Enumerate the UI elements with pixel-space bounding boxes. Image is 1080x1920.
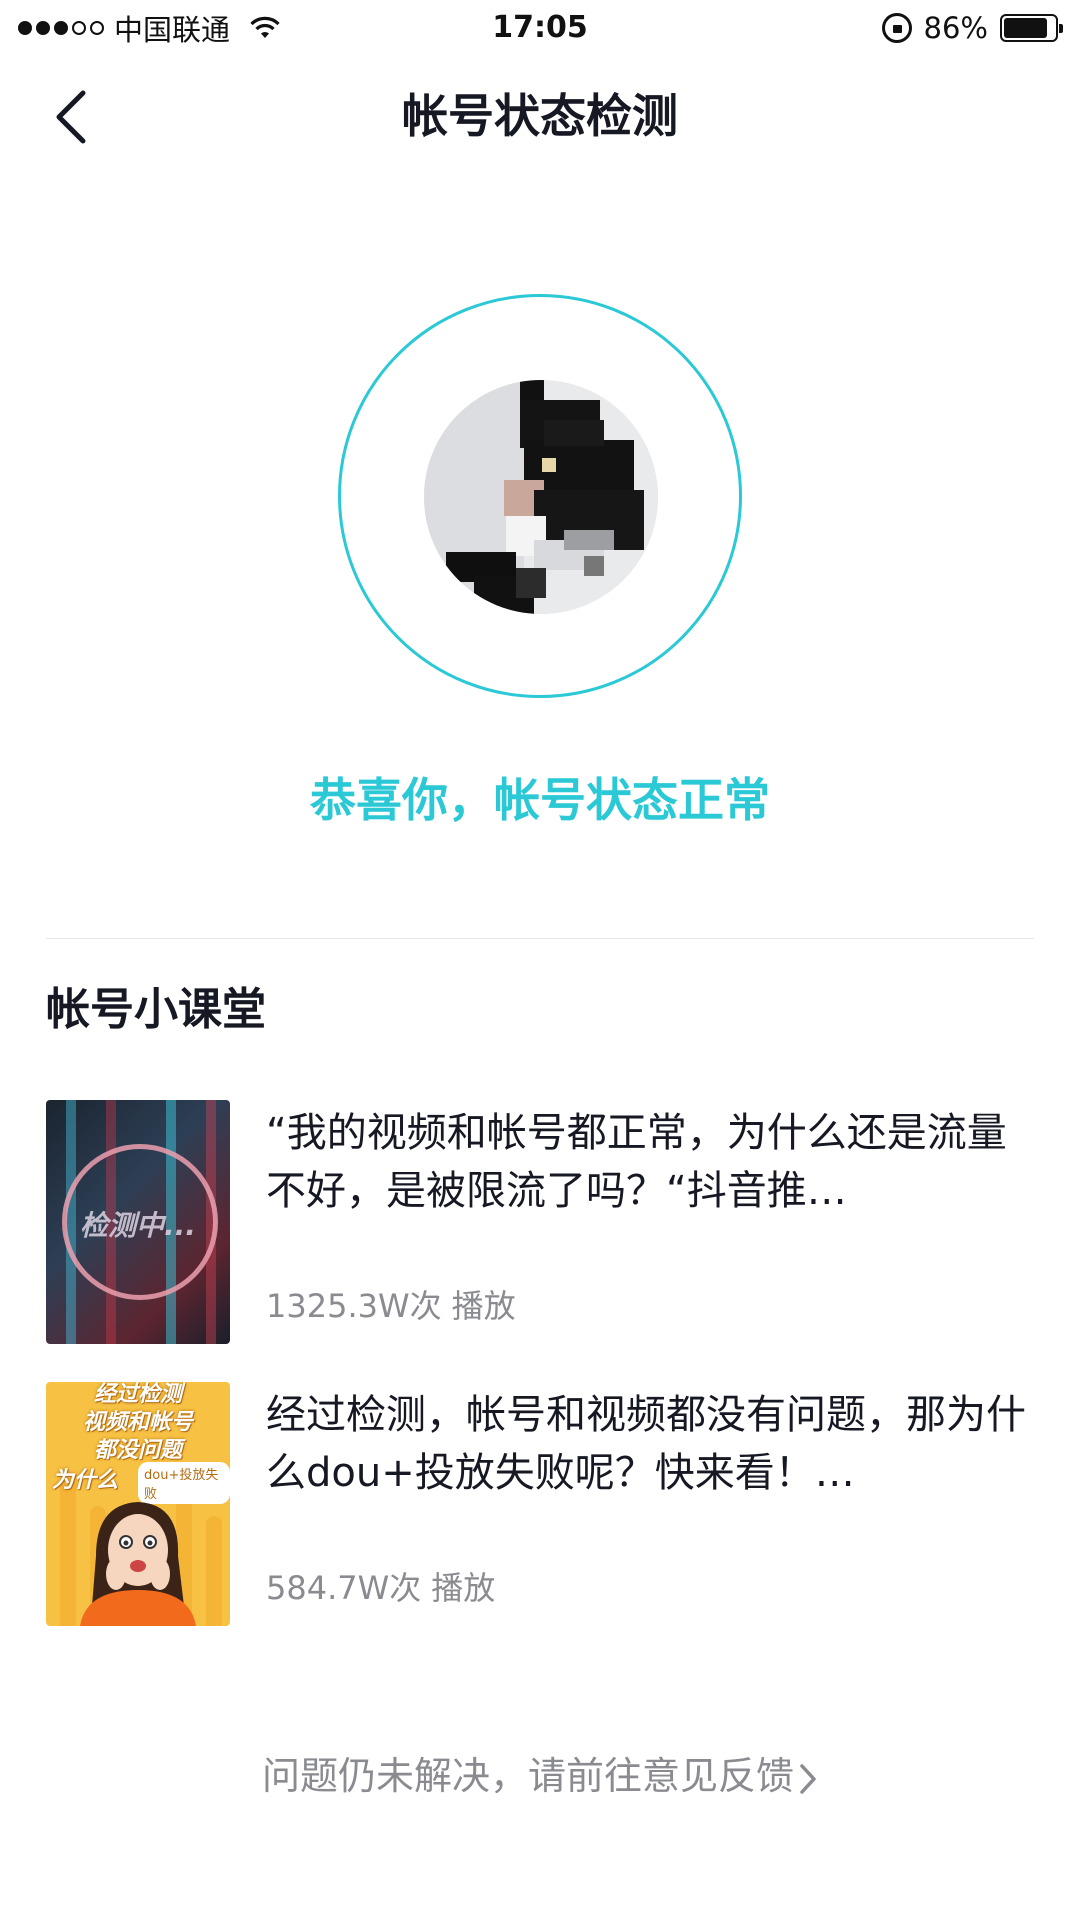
surprised-woman-illustration xyxy=(80,1502,196,1626)
status-message: 恭喜你，帐号状态正常 xyxy=(310,773,770,827)
thumbnail-text-line: 都没问题 xyxy=(93,1438,182,1463)
section-divider xyxy=(46,938,1034,939)
lesson-item[interactable]: 检测中... “我的视频和帐号都正常，为什么还是流量不好，是被限流了吗？“抖音推… xyxy=(46,1100,1036,1344)
lesson-thumbnail[interactable]: 检测中... xyxy=(46,1100,230,1344)
lesson-play-count: 1325.3W次 播放 xyxy=(266,1286,516,1326)
battery-level xyxy=(1004,18,1047,38)
status-bar: 中国联通 17:05 86% xyxy=(0,0,1080,56)
play-count-value: 1325.3W次 xyxy=(266,1287,442,1325)
battery-percent: 86% xyxy=(923,11,988,45)
status-bar-right: 86% xyxy=(881,8,1063,48)
play-count-suffix: 播放 xyxy=(431,1569,496,1607)
play-count-suffix: 播放 xyxy=(451,1287,516,1325)
account-status-screen: 中国联通 17:05 86% 帐号状态检测 恭喜你，帐号状态正常 帐号小课堂 检… xyxy=(0,0,1080,1920)
play-count-value: 584.7W次 xyxy=(266,1569,422,1607)
feedback-label: 问题仍未解决，请前往意见反馈 xyxy=(261,1754,794,1798)
lesson-title: “我的视频和帐号都正常，为什么还是流量不好，是被限流了吗？“抖音推… xyxy=(266,1110,1007,1214)
lesson-title: 经过检测，帐号和视频都没有问题，那为什么dou+投放失败呢？快来看！… xyxy=(266,1392,1026,1496)
avatar-image xyxy=(424,380,658,614)
section-title: 帐号小课堂 xyxy=(46,984,266,1035)
lesson-thumbnail[interactable]: 经过检测 视频和帐号 都没问题 为什么 dou+投放失败 xyxy=(46,1382,230,1626)
page-title: 帐号状态检测 xyxy=(402,89,678,143)
video-thumbnail-image: 检测中... xyxy=(46,1100,230,1344)
lesson-play-count: 584.7W次 播放 xyxy=(266,1568,495,1608)
avatar xyxy=(424,380,658,614)
feedback-link[interactable]: 问题仍未解决，请前往意见反馈 xyxy=(0,1750,1080,1802)
battery-icon xyxy=(1000,14,1063,42)
nav-bar: 帐号状态检测 xyxy=(0,56,1080,176)
lesson-item[interactable]: 经过检测 视频和帐号 都没问题 为什么 dou+投放失败 经过检测，帐号和视频都… xyxy=(46,1382,1036,1626)
rotation-lock-icon xyxy=(881,13,912,43)
chevron-right-icon xyxy=(800,1763,816,1794)
thumbnail-text: 检测中... xyxy=(80,1209,196,1242)
video-thumbnail-image: 经过检测 视频和帐号 都没问题 为什么 dou+投放失败 xyxy=(46,1382,230,1626)
